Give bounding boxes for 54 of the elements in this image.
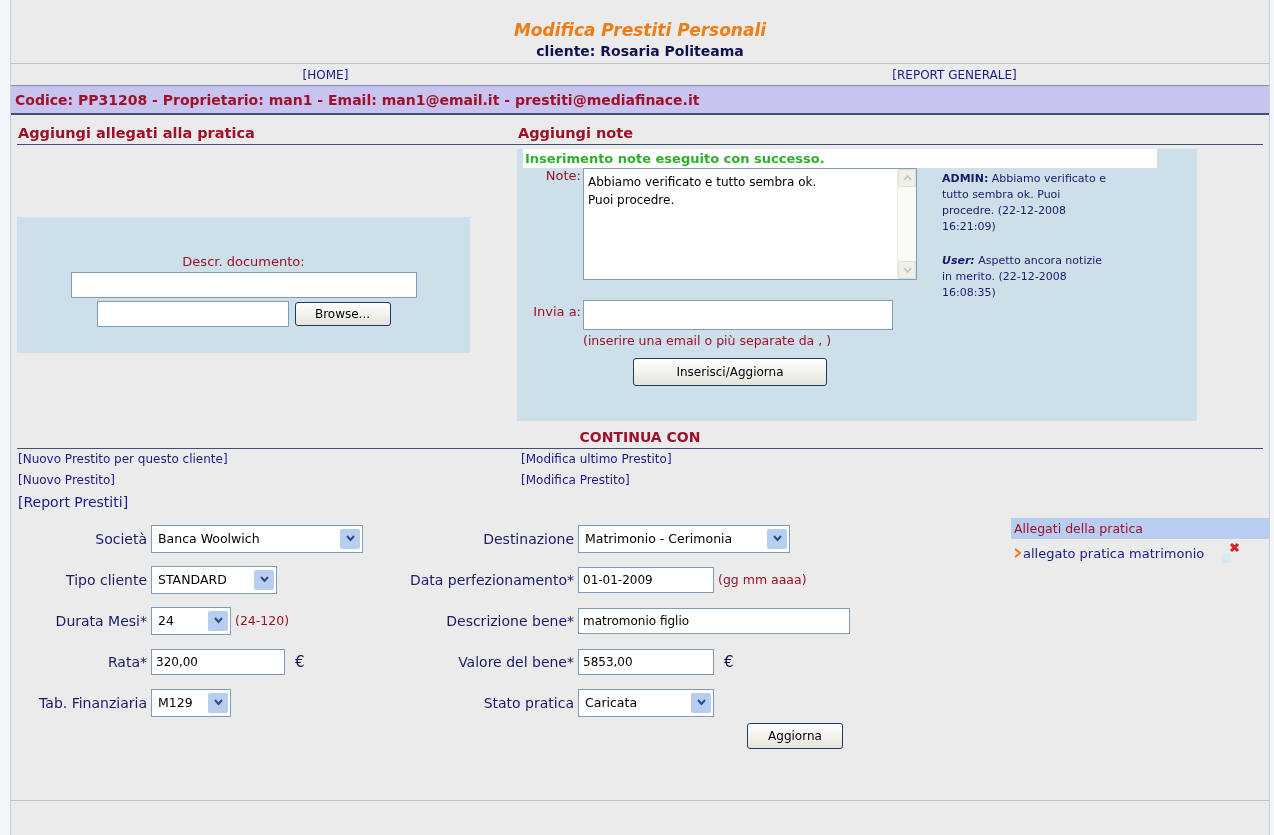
format-hint: (gg mm aaaa)	[718, 572, 807, 587]
field-label: Data perfezionamento*	[408, 571, 574, 588]
format-hint: (24-120)	[235, 613, 290, 628]
field-label: Descr. documento:	[182, 253, 305, 269]
action-link[interactable]: [Modifica ultimo Prestito]	[521, 452, 672, 466]
dropdown[interactable]: M129	[151, 688, 231, 717]
field-label: Società	[94, 530, 147, 547]
field-hint: (inserire una email o più separate da , )	[583, 333, 833, 348]
action-link[interactable]: [Report Prestiti]	[18, 494, 129, 510]
dropdown[interactable]: Matrimonio - Cerimonia	[578, 524, 790, 553]
nav-link[interactable]: [REPORT GENERALE]	[892, 68, 1017, 82]
field-label: Tab. Finanziaria	[38, 694, 147, 711]
action-link[interactable]: [Nuovo Prestito per questo cliente]	[18, 452, 228, 466]
section-heading: CONTINUA CON	[17, 429, 1263, 449]
input-field[interactable]: matromonio figlio	[578, 607, 850, 634]
field-label: Destinazione	[482, 530, 574, 547]
browse-button[interactable]: Browse...	[294, 301, 391, 326]
submit-button[interactable]: Inserisci/Aggiorna	[633, 358, 827, 386]
field-label: Tipo cliente	[65, 571, 147, 588]
recipient-field[interactable]	[583, 300, 893, 330]
note-entry: ADMIN: Abbiamo verificato e tutto sembra ok. Puoi procedre. (22-12-2008 16:21:09)	[942, 171, 1107, 235]
chevron-icon	[1014, 548, 1021, 558]
field-label: Invia a:	[532, 304, 581, 321]
section-heading: Aggiungi note	[517, 115, 1263, 145]
dropdown[interactable]: Caricata	[578, 688, 714, 717]
input-field[interactable]: 5853,00	[578, 648, 714, 675]
section-heading: Aggiungi allegati alla pratica	[17, 115, 517, 145]
input-field[interactable]: 320,00	[151, 648, 285, 675]
field-label: Note:	[544, 168, 581, 185]
input-field[interactable]: 01-01-2009	[578, 566, 714, 593]
dropdown[interactable]: 24	[151, 606, 231, 635]
client-name: cliente: Rosaria Politeama	[536, 43, 744, 59]
dropdown[interactable]: STANDARD	[151, 565, 277, 594]
info-bar: Codice: PP31208 - Proprietario: man1 - Email: man1@email.it - prestiti@mediafinace.it	[11, 86, 1269, 115]
field-label: Stato pratica	[482, 694, 574, 711]
attachment-link[interactable]: allegato pratica matrimonio	[1023, 545, 1205, 561]
field-label: Rata*	[106, 653, 147, 670]
field-label: Valore del bene*	[457, 653, 574, 670]
currency-symbol: €	[295, 652, 305, 671]
file-path-field[interactable]	[96, 300, 289, 327]
currency-symbol: €	[724, 652, 734, 671]
action-link[interactable]: [Modifica Prestito]	[521, 473, 630, 487]
action-link[interactable]: [Nuovo Prestito]	[18, 473, 115, 487]
attachments-header: Allegati della pratica	[1011, 518, 1269, 539]
delete-icon[interactable]	[1220, 542, 1241, 564]
nav-link[interactable]: [HOME]	[302, 68, 349, 82]
success-message: Inserimento note eseguito con successo.	[523, 149, 1157, 168]
field-label: Descrizione bene*	[445, 612, 574, 629]
dropdown[interactable]: Banca Woolwich	[151, 524, 363, 553]
page-title: Modifica Prestiti Personali	[513, 20, 767, 40]
note-entry: User: Aspetto ancora notizie in merito. (22-12-2008 16:08:35)	[942, 252, 1104, 301]
update-button[interactable]: Aggiorna	[747, 723, 843, 749]
field-label: Durata Mesi*	[54, 612, 147, 629]
description-field[interactable]	[70, 271, 417, 298]
